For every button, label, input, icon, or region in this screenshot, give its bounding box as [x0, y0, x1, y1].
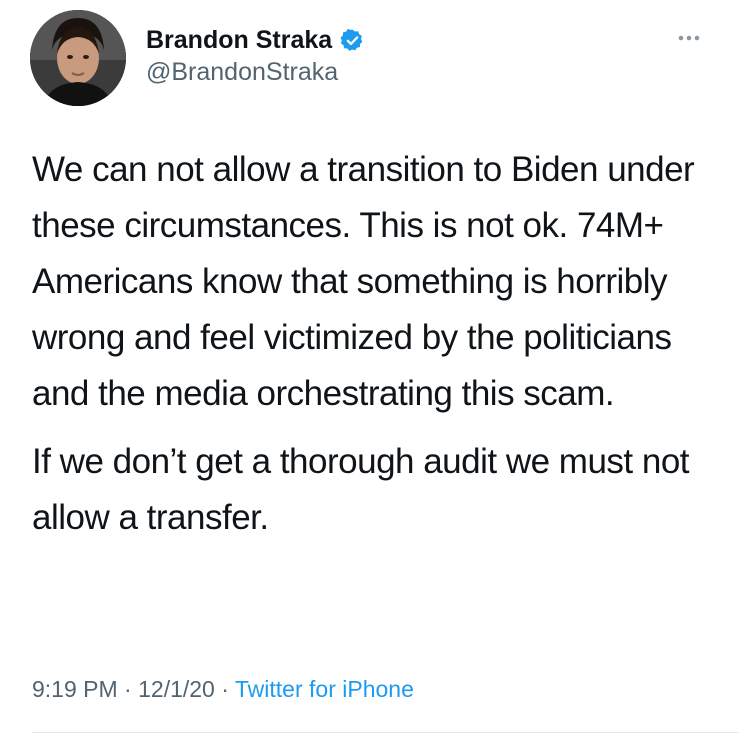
divider	[32, 732, 739, 733]
display-name[interactable]: Brandon Straka	[146, 26, 332, 55]
tweet-card: Brandon Straka @BrandonStraka We can not…	[0, 0, 739, 737]
author-handle[interactable]: @BrandonStraka	[146, 58, 338, 87]
meta-separator: ·	[124, 676, 132, 702]
tweet-meta: 9:19 PM · 12/1/20 · Twitter for iPhone	[32, 676, 414, 703]
tweet-date[interactable]: 12/1/20	[138, 676, 215, 702]
avatar-photo-icon	[30, 10, 126, 106]
tweet-paragraph: We can not allow a transition to Biden u…	[32, 150, 695, 413]
avatar[interactable]	[30, 10, 126, 106]
more-icon[interactable]	[672, 28, 706, 48]
tweet-text: We can not allow a transition to Biden u…	[32, 142, 722, 546]
meta-separator: ·	[221, 676, 229, 702]
verified-badge-icon	[340, 28, 365, 53]
tweet-paragraph: If we don’t get a thorough audit we must…	[32, 442, 690, 537]
tweet-source-link[interactable]: Twitter for iPhone	[235, 676, 414, 702]
tweet-time[interactable]: 9:19 PM	[32, 676, 118, 702]
author-name-row: Brandon Straka	[146, 23, 365, 57]
